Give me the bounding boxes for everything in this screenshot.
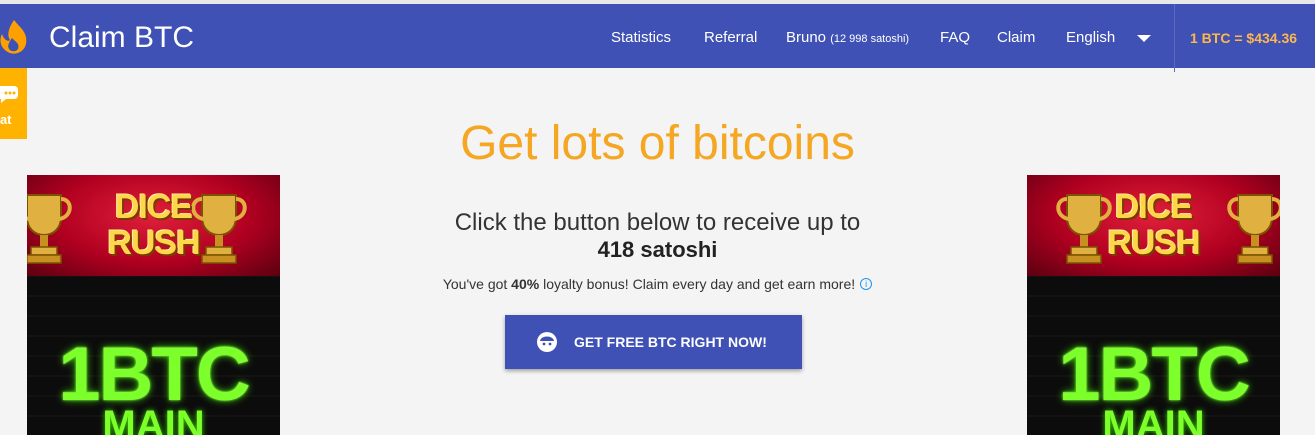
nav-statistics[interactable]: Statistics bbox=[611, 26, 671, 50]
user-balance: (12 998 satoshi) bbox=[830, 33, 910, 45]
brand-title[interactable]: Claim BTC bbox=[49, 20, 194, 56]
loyalty-suffix: loyalty bonus! Claim every day and get e… bbox=[539, 276, 856, 292]
ad-sub-text: MAIN bbox=[102, 403, 205, 435]
user-name: Bruno bbox=[786, 29, 827, 46]
page-headline: Get lots of bitcoins bbox=[460, 117, 855, 170]
loyalty-percent: 40% bbox=[511, 276, 540, 292]
nav-claim[interactable]: Claim bbox=[997, 26, 1035, 50]
ad-title-line2: RUSH bbox=[1107, 224, 1200, 262]
flame-logo-icon[interactable] bbox=[0, 18, 30, 56]
btc-price: 1 BTC = $434.36 bbox=[1190, 30, 1298, 46]
face-icon bbox=[537, 332, 557, 352]
nav-faq[interactable]: FAQ bbox=[940, 26, 970, 50]
get-free-btc-label: GET FREE BTC RIGHT NOW! bbox=[574, 334, 767, 350]
top-navbar: Claim BTC Statistics Referral Bruno (12 … bbox=[0, 0, 1315, 72]
ad-sub-text: MAIN bbox=[1102, 403, 1205, 435]
get-free-btc-button[interactable]: GET FREE BTC RIGHT NOW! bbox=[505, 315, 802, 369]
ad-banner-left[interactable]: DICE RUSH 1BTC MAIN bbox=[27, 175, 280, 435]
nav-user-account[interactable]: Bruno (12 998 satoshi) bbox=[786, 26, 909, 50]
nav-referral[interactable]: Referral bbox=[704, 26, 757, 50]
language-selector[interactable]: English bbox=[1066, 26, 1115, 50]
loyalty-prefix: You've got bbox=[442, 276, 512, 292]
chevron-down-icon[interactable] bbox=[1137, 35, 1151, 42]
ad-title-line2: RUSH bbox=[107, 224, 200, 262]
ad-banner-right[interactable]: DICE RUSH 1BTC MAIN bbox=[1027, 175, 1280, 435]
chat-bubble-icon bbox=[0, 86, 18, 103]
info-icon[interactable]: i bbox=[860, 278, 873, 290]
ad-title-line1: DICE bbox=[114, 188, 193, 226]
navbar-divider bbox=[1174, 4, 1175, 72]
ad-title-line1: DICE bbox=[1114, 188, 1193, 226]
